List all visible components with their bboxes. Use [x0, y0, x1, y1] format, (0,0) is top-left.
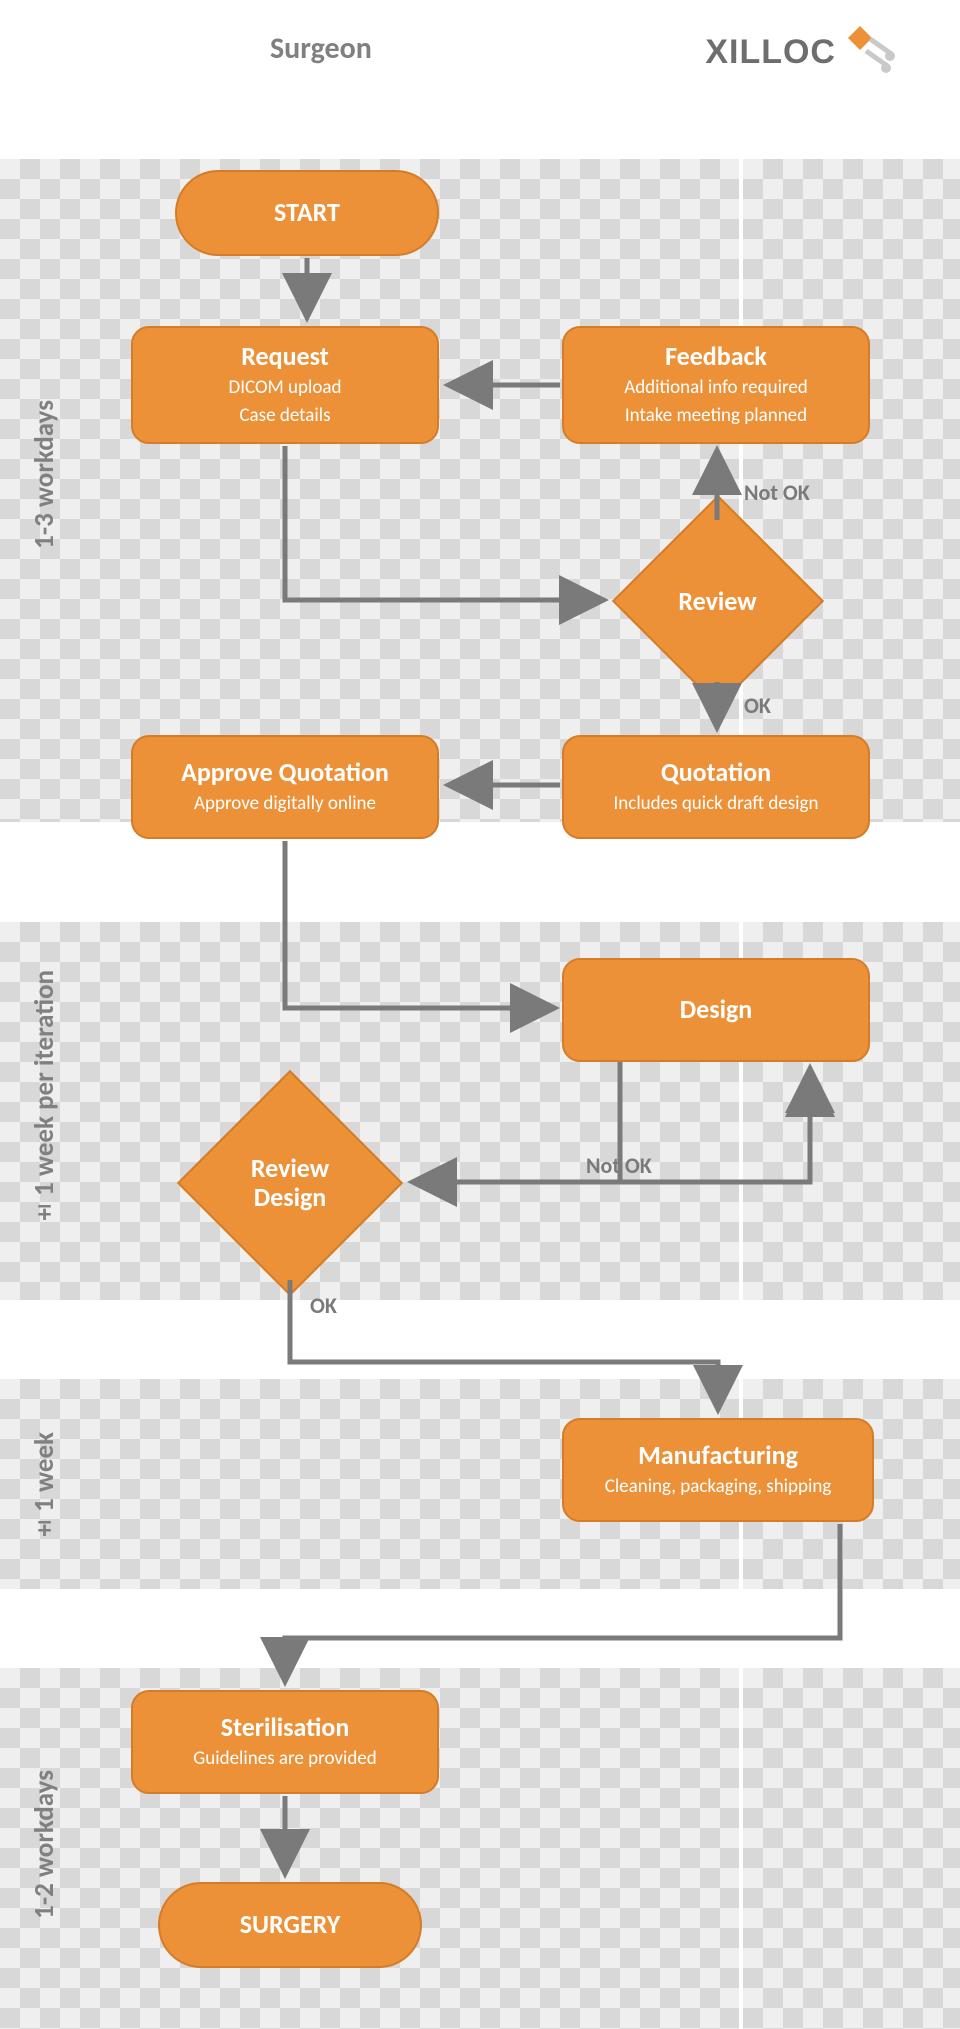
node-manufacturing-title: Manufacturing — [638, 1441, 798, 1471]
phase-band-1 — [0, 159, 739, 822]
node-approve: Approve Quotation Approve digitally onli… — [131, 735, 439, 839]
node-quotation: Quotation Includes quick draft design — [562, 735, 870, 839]
xilloc-logo: XILLOC — [705, 22, 902, 82]
node-manufacturing: Manufacturing Cleaning, packaging, shipp… — [562, 1418, 874, 1522]
node-feedback-sub2: Intake meeting planned — [625, 404, 807, 428]
edge-label-notok-1: Not OK — [744, 479, 810, 506]
node-design-title: Design — [680, 995, 753, 1025]
node-request: Request DICOM upload Case details — [131, 326, 439, 444]
xilloc-wordmark: XILLOC — [705, 33, 836, 72]
edge-label-ok-1: OK — [744, 692, 771, 719]
node-request-sub2: Case details — [239, 404, 330, 428]
node-surgery: SURGERY — [158, 1882, 422, 1968]
edge-label-notok-2: Not OK — [586, 1152, 652, 1179]
node-quotation-sub1: Includes quick draft design — [614, 792, 819, 816]
node-surgery-title: SURGERY — [240, 1910, 341, 1940]
phase-band-4b — [743, 1668, 960, 2029]
node-feedback-title: Feedback — [665, 342, 767, 372]
node-start: START — [175, 170, 439, 256]
column-header-surgeon: Surgeon — [270, 30, 372, 67]
node-review-title: Review — [678, 587, 756, 616]
phase-label-3: ±1 week — [28, 1432, 61, 1545]
node-approve-sub1: Approve digitally online — [194, 792, 376, 816]
node-design: Design — [562, 958, 870, 1062]
node-feedback: Feedback Additional info required Intake… — [562, 326, 870, 444]
node-sterilisation-title: Sterilisation — [221, 1713, 350, 1743]
phase-label-1: 1-3 workdays — [28, 400, 61, 549]
node-feedback-sub1: Additional info required — [624, 376, 808, 400]
node-approve-title: Approve Quotation — [181, 758, 389, 788]
xilloc-icon — [842, 22, 902, 82]
node-start-title: START — [274, 198, 340, 228]
node-review: Review — [615, 524, 820, 679]
node-request-sub1: DICOM upload — [229, 376, 342, 400]
edge-label-ok-2: OK — [310, 1292, 337, 1319]
node-request-title: Request — [241, 342, 328, 372]
node-review-design-t2: Design — [254, 1183, 327, 1212]
node-sterilisation: Sterilisation Guidelines are provided — [131, 1690, 439, 1794]
node-sterilisation-sub1: Guidelines are provided — [193, 1747, 376, 1771]
node-review-design: ReviewDesign — [180, 1088, 400, 1278]
phase-label-4: 1-2 workdays — [28, 1770, 61, 1919]
phase-label-2: ±1 week per iteration — [28, 970, 61, 1229]
node-review-design-t1: Review — [251, 1154, 329, 1183]
node-manufacturing-sub1: Cleaning, packaging, shipping — [605, 1475, 832, 1499]
node-quotation-title: Quotation — [661, 758, 771, 788]
